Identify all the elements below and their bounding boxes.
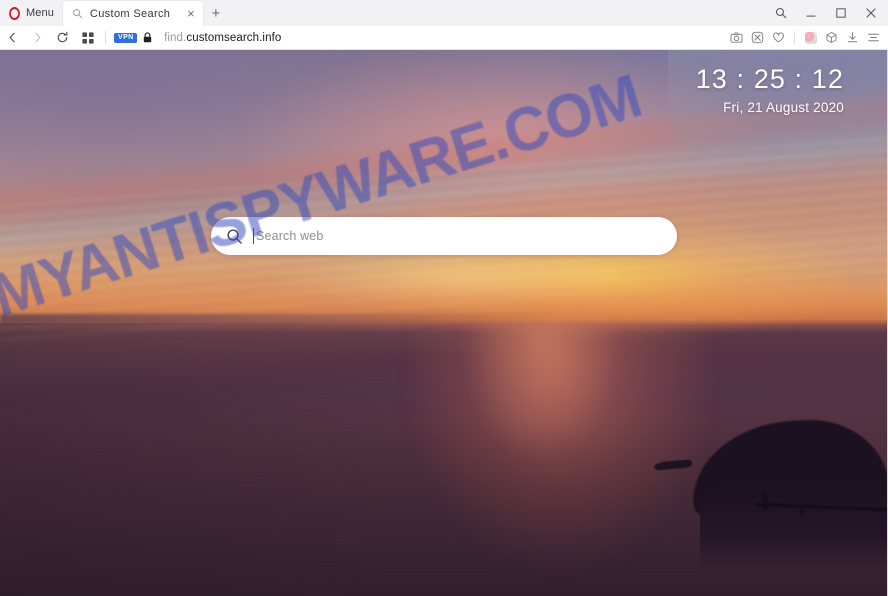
forward-arrow-icon (25, 26, 50, 50)
text-caret (253, 228, 254, 244)
minimize-icon[interactable] (796, 0, 826, 26)
opera-logo-icon (9, 6, 20, 20)
cube-icon[interactable] (821, 26, 842, 50)
search-icon (72, 8, 84, 20)
url-text: find.customsearch.info (164, 32, 281, 44)
speed-dial-grid-icon[interactable] (75, 26, 100, 50)
page-content: 13 : 25 : 12 Fri, 21 August 2020 Search … (0, 50, 888, 596)
pier-post-secondary-icon (800, 505, 803, 516)
close-icon[interactable]: × (183, 6, 199, 22)
clock-time: 13 : 25 : 12 (695, 64, 844, 94)
search-icon (215, 217, 253, 255)
search-icon[interactable] (766, 0, 796, 26)
reload-icon[interactable] (50, 26, 75, 50)
clock-widget: 13 : 25 : 12 Fri, 21 August 2020 (668, 50, 887, 156)
url-domain: customsearch.info (186, 31, 282, 44)
toolbar-divider (105, 31, 106, 44)
download-icon[interactable] (842, 26, 863, 50)
search-placeholder: Search web (256, 229, 324, 243)
island-base-silhouette (700, 480, 887, 570)
search-box[interactable]: Search web (211, 217, 677, 255)
address-bar: VPN find.customsearch.info (0, 26, 888, 50)
heart-icon[interactable] (768, 26, 789, 50)
close-icon[interactable] (856, 0, 886, 26)
tab-title: Custom Search (89, 7, 171, 20)
menu-button-label: Menu (26, 7, 54, 19)
opera-menu-button[interactable]: Menu (0, 0, 63, 26)
opera-workspace-icon[interactable] (800, 26, 821, 50)
snapshot-icon[interactable] (726, 26, 747, 50)
browser-window: Menu Custom Search × + VPN find.customse… (0, 0, 888, 596)
padlock-icon[interactable] (137, 26, 157, 50)
url-input[interactable]: find.customsearch.info (157, 26, 726, 50)
pier-post-icon (763, 493, 767, 510)
easy-setup-icon[interactable] (863, 26, 884, 50)
new-tab-button[interactable]: + (203, 1, 229, 26)
back-arrow-icon[interactable] (0, 26, 25, 50)
adblock-icon[interactable] (747, 26, 768, 50)
window-controls (766, 0, 888, 26)
url-subdomain: find. (164, 31, 187, 44)
vpn-badge[interactable]: VPN (114, 32, 138, 43)
clock-date: Fri, 21 August 2020 (723, 100, 844, 115)
toolbar-divider-right (794, 31, 795, 44)
clock-content: 13 : 25 : 12 Fri, 21 August 2020 (695, 64, 844, 116)
address-bar-tools (726, 26, 888, 50)
maximize-icon[interactable] (826, 0, 856, 26)
search-input[interactable]: Search web (253, 217, 677, 255)
tab-bar: Menu Custom Search × + (0, 0, 888, 26)
browser-tab[interactable]: Custom Search × (62, 1, 203, 26)
